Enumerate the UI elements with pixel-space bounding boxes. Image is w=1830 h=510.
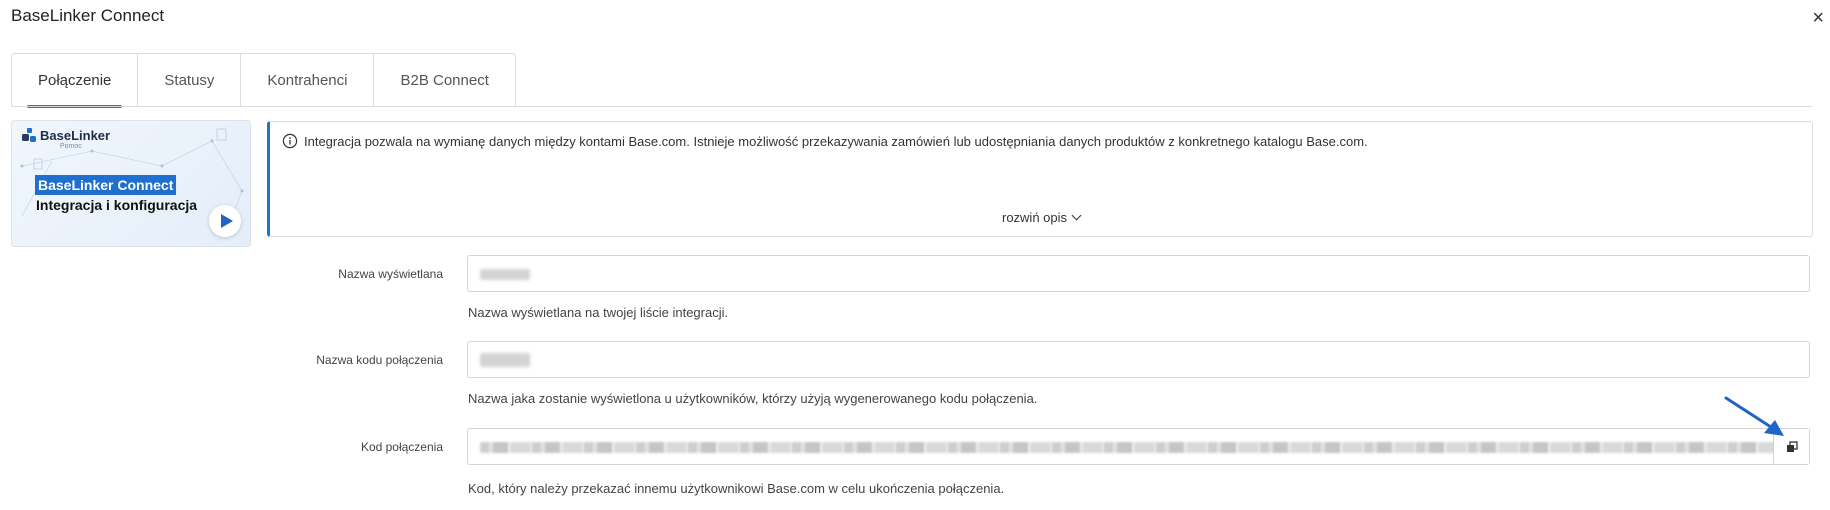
- copy-icon: [1786, 440, 1798, 452]
- window-title: BaseLinker Connect: [11, 6, 165, 25]
- baselinker-logo-icon: [22, 128, 36, 142]
- info-box: Integracja pozwala na wymianę danych mię…: [267, 121, 1813, 237]
- help-video-thumbnail[interactable]: BaseLinker Pomoc BaseLinker Connect Inte…: [11, 120, 251, 247]
- annotation-arrow-icon: [1724, 396, 1784, 436]
- display-name-help: Nazwa wyświetlana na twojej liście integ…: [468, 305, 729, 320]
- connection-code-help: Kod, który należy przekazać innemu użytk…: [468, 481, 1005, 496]
- chevron-down-icon: [1071, 210, 1082, 221]
- expand-description-label: rozwiń opis: [1001, 210, 1068, 225]
- code-name-help: Nazwa jaka zostanie wyświetlona u użytko…: [468, 391, 1038, 406]
- tabs-divider: [11, 106, 1812, 107]
- redacted-value: [480, 269, 530, 280]
- display-name-label: Nazwa wyświetlana: [338, 267, 443, 281]
- play-icon[interactable]: [209, 205, 241, 237]
- expand-description-link[interactable]: rozwiń opis: [270, 210, 1812, 225]
- tab-b2b-connect[interactable]: B2B Connect: [374, 54, 514, 107]
- info-icon: [282, 133, 298, 149]
- connection-code-label: Kod połączenia: [360, 440, 443, 454]
- tab-statusy[interactable]: Statusy: [138, 54, 242, 107]
- video-title-line1: BaseLinker Connect: [35, 175, 177, 195]
- tab-kontrahenci[interactable]: Kontrahenci: [241, 54, 375, 107]
- redacted-value: [480, 353, 530, 367]
- connection-code-input[interactable]: [467, 428, 1810, 465]
- info-text: Integracja pozwala na wymianę danych mię…: [304, 134, 1368, 149]
- redacted-connection-code: [480, 442, 1780, 453]
- code-name-input[interactable]: [467, 341, 1810, 378]
- video-title-line2: Integracja i konfiguracja: [36, 197, 198, 213]
- tab-polaczenie[interactable]: Połączenie: [12, 54, 139, 108]
- video-brand-sub: Pomoc: [60, 143, 82, 150]
- code-name-label: Nazwa kodu połączenia: [316, 353, 443, 367]
- video-brand: BaseLinker: [40, 128, 111, 143]
- tab-bar: Połączenie Statusy Kontrahenci B2B Conne…: [11, 53, 516, 108]
- display-name-input[interactable]: [467, 255, 1810, 292]
- close-icon[interactable]: ×: [1812, 8, 1824, 28]
